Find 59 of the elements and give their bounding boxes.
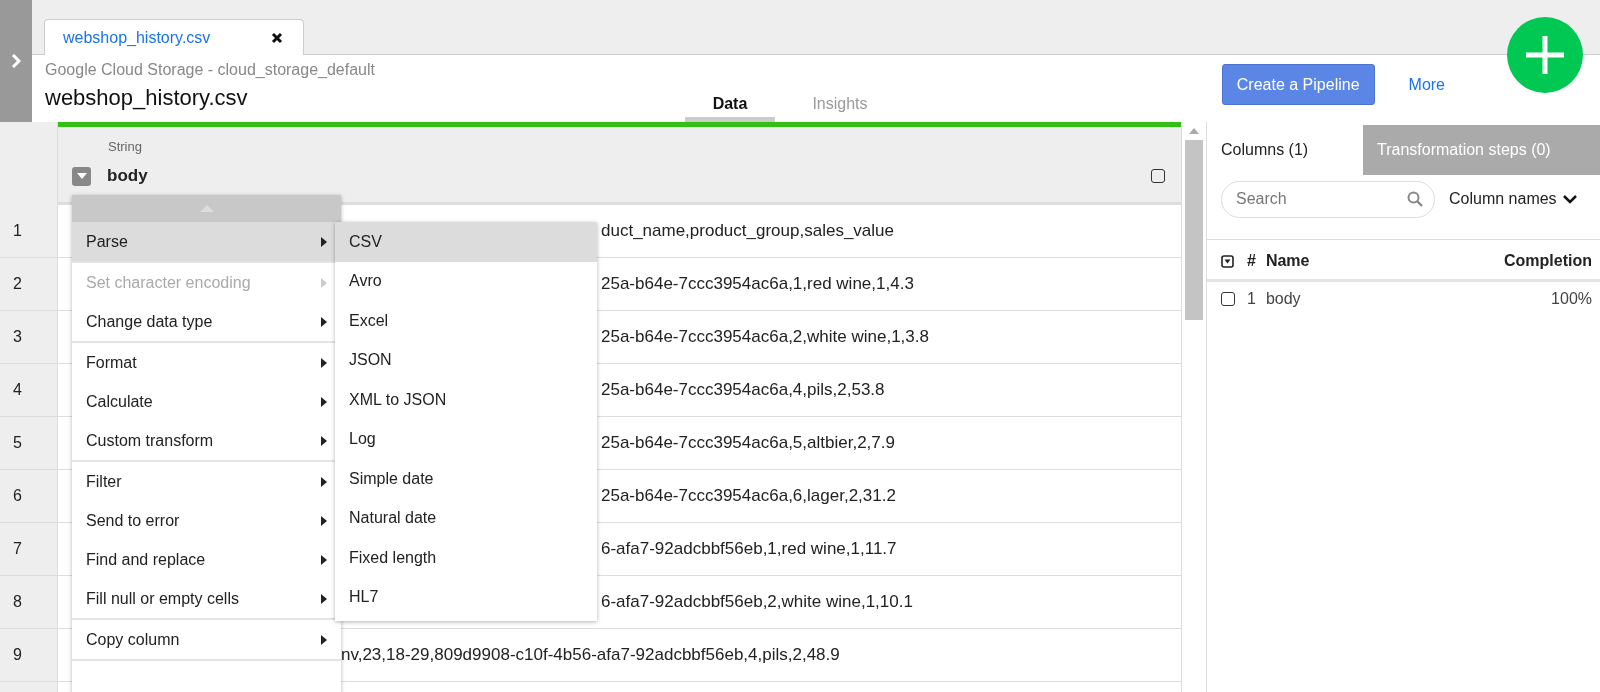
table-cell: 1 xyxy=(1247,290,1256,308)
plus-icon xyxy=(1524,34,1566,76)
row-number: 9 xyxy=(0,629,57,682)
table-cell: 100% xyxy=(1551,290,1592,308)
table-cell: 25a-b64e-7ccc3954ac6a,4,pils,2,53.8 xyxy=(601,380,885,400)
column-type: String xyxy=(108,139,143,154)
table-cell: body xyxy=(1265,290,1301,308)
row-number: 4 xyxy=(0,364,57,417)
chevron-right-icon xyxy=(11,54,21,68)
caret-right-icon xyxy=(321,476,327,487)
column-checkbox[interactable] xyxy=(1151,169,1165,183)
caret-right-icon xyxy=(321,396,327,407)
menu-item[interactable]: CSV xyxy=(335,222,597,262)
source-label: Google Cloud Storage - cloud_storage_default xyxy=(45,61,376,79)
caret-right-icon xyxy=(321,554,327,565)
row-checkbox[interactable] xyxy=(1221,292,1235,306)
row-number: 5 xyxy=(0,417,57,470)
chevron-down-icon xyxy=(1562,194,1577,204)
row-number: 7 xyxy=(0,523,57,576)
table-cell: 25a-b64e-7ccc3954ac6a,6,lager,2,31.2 xyxy=(601,486,896,506)
row-number: 8 xyxy=(0,576,57,629)
caret-right-icon xyxy=(321,316,327,327)
row-number: 3 xyxy=(0,311,57,364)
file-title: webshop_history.csv xyxy=(45,85,249,111)
table-cell: 25a-b64e-7ccc3954ac6a,5,altbier,2,7.9 xyxy=(601,433,895,453)
create-pipeline-button[interactable]: Create a Pipeline xyxy=(1221,64,1375,105)
caret-right-icon xyxy=(321,435,327,446)
search-icon xyxy=(1407,190,1423,207)
more-link[interactable]: More xyxy=(1408,75,1445,94)
column-heading: Completion xyxy=(1504,252,1592,270)
file-tab[interactable]: webshop_history.csv xyxy=(44,19,304,55)
caret-right-icon xyxy=(321,236,327,247)
table-cell: nv,23,18-29,809d9908-c10f-4b56-afa7-92adcbbf56eb,4,pils,2,48.9 xyxy=(341,645,840,665)
caret-right-icon xyxy=(321,634,327,645)
view-dropdown[interactable]: Column names xyxy=(1449,190,1577,208)
close-icon[interactable] xyxy=(271,31,283,44)
caret-right-icon xyxy=(321,277,327,288)
menu-item[interactable]: Copy column xyxy=(72,620,341,659)
column-heading: Name xyxy=(1265,252,1310,270)
table-cell: 6-afa7-92adcbbf56eb,1,red wine,1,11.7 xyxy=(601,539,897,559)
scroll-up-icon[interactable] xyxy=(1189,128,1199,134)
scrollbar-thumb[interactable] xyxy=(1185,140,1203,320)
caret-right-icon xyxy=(321,515,327,526)
caret-down-icon xyxy=(76,173,87,179)
sidebar-toggle[interactable] xyxy=(0,0,32,122)
row-number: 6 xyxy=(0,470,57,523)
table-cell: 25a-b64e-7ccc3954ac6a,1,red wine,1,4.3 xyxy=(601,274,914,294)
search-field[interactable]: Search xyxy=(1221,180,1435,218)
table-cell: duct_name,product_group,sales_value xyxy=(601,221,894,241)
column-heading: # xyxy=(1247,252,1256,270)
column-name: body xyxy=(107,166,148,186)
caret-right-icon xyxy=(321,593,327,604)
dropdown-button[interactable] xyxy=(72,166,91,186)
row-number: 1 xyxy=(0,205,57,258)
dropdown-icon[interactable] xyxy=(1221,254,1234,268)
table-cell: 25a-b64e-7ccc3954ac6a,2,white wine,1,3.8 xyxy=(601,327,929,347)
table-cell: 6-afa7-92adcbbf56eb,2,white wine,1,10.1 xyxy=(601,592,913,612)
caret-right-icon xyxy=(321,357,327,368)
row-number: 2 xyxy=(0,258,57,311)
